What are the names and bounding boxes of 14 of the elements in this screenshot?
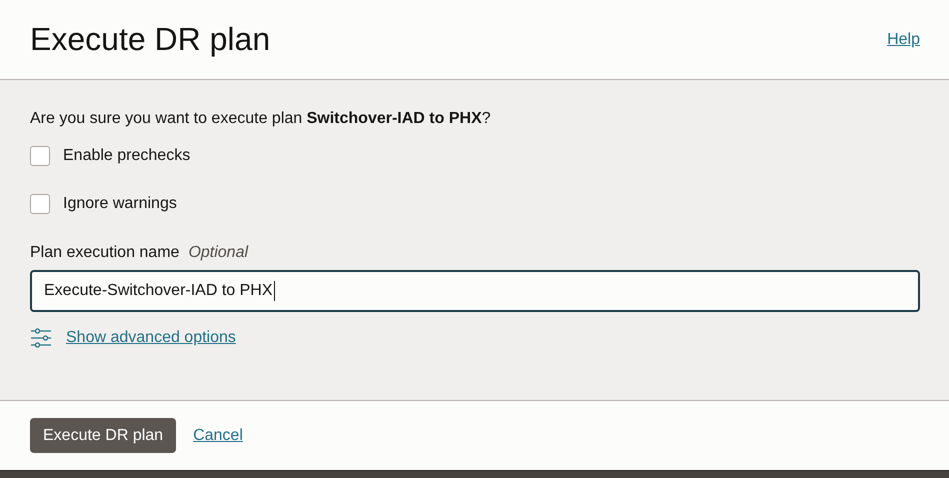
optional-hint: Optional (188, 244, 248, 262)
checkbox[interactable] (30, 146, 50, 166)
checkbox-label: Enable prechecks (63, 147, 190, 165)
sliders-icon (30, 328, 52, 348)
execute-button[interactable]: Execute DR plan (30, 418, 176, 453)
cancel-link[interactable]: Cancel (193, 426, 243, 444)
checkbox[interactable] (30, 194, 50, 214)
field-label: Plan execution name (30, 244, 180, 262)
input-field[interactable]: Execute-Switchover-IAD to PHX (30, 270, 920, 312)
confirmation-text: Are you sure you want to execute plan Switchover-IAD to PHX? (30, 109, 492, 129)
help-link[interactable]: Help (887, 30, 920, 48)
checkbox-label: Ignore warnings (63, 195, 177, 213)
advanced-options-link[interactable]: Show advanced options (66, 329, 236, 347)
dialog-title: Execute DR plan (30, 21, 270, 58)
